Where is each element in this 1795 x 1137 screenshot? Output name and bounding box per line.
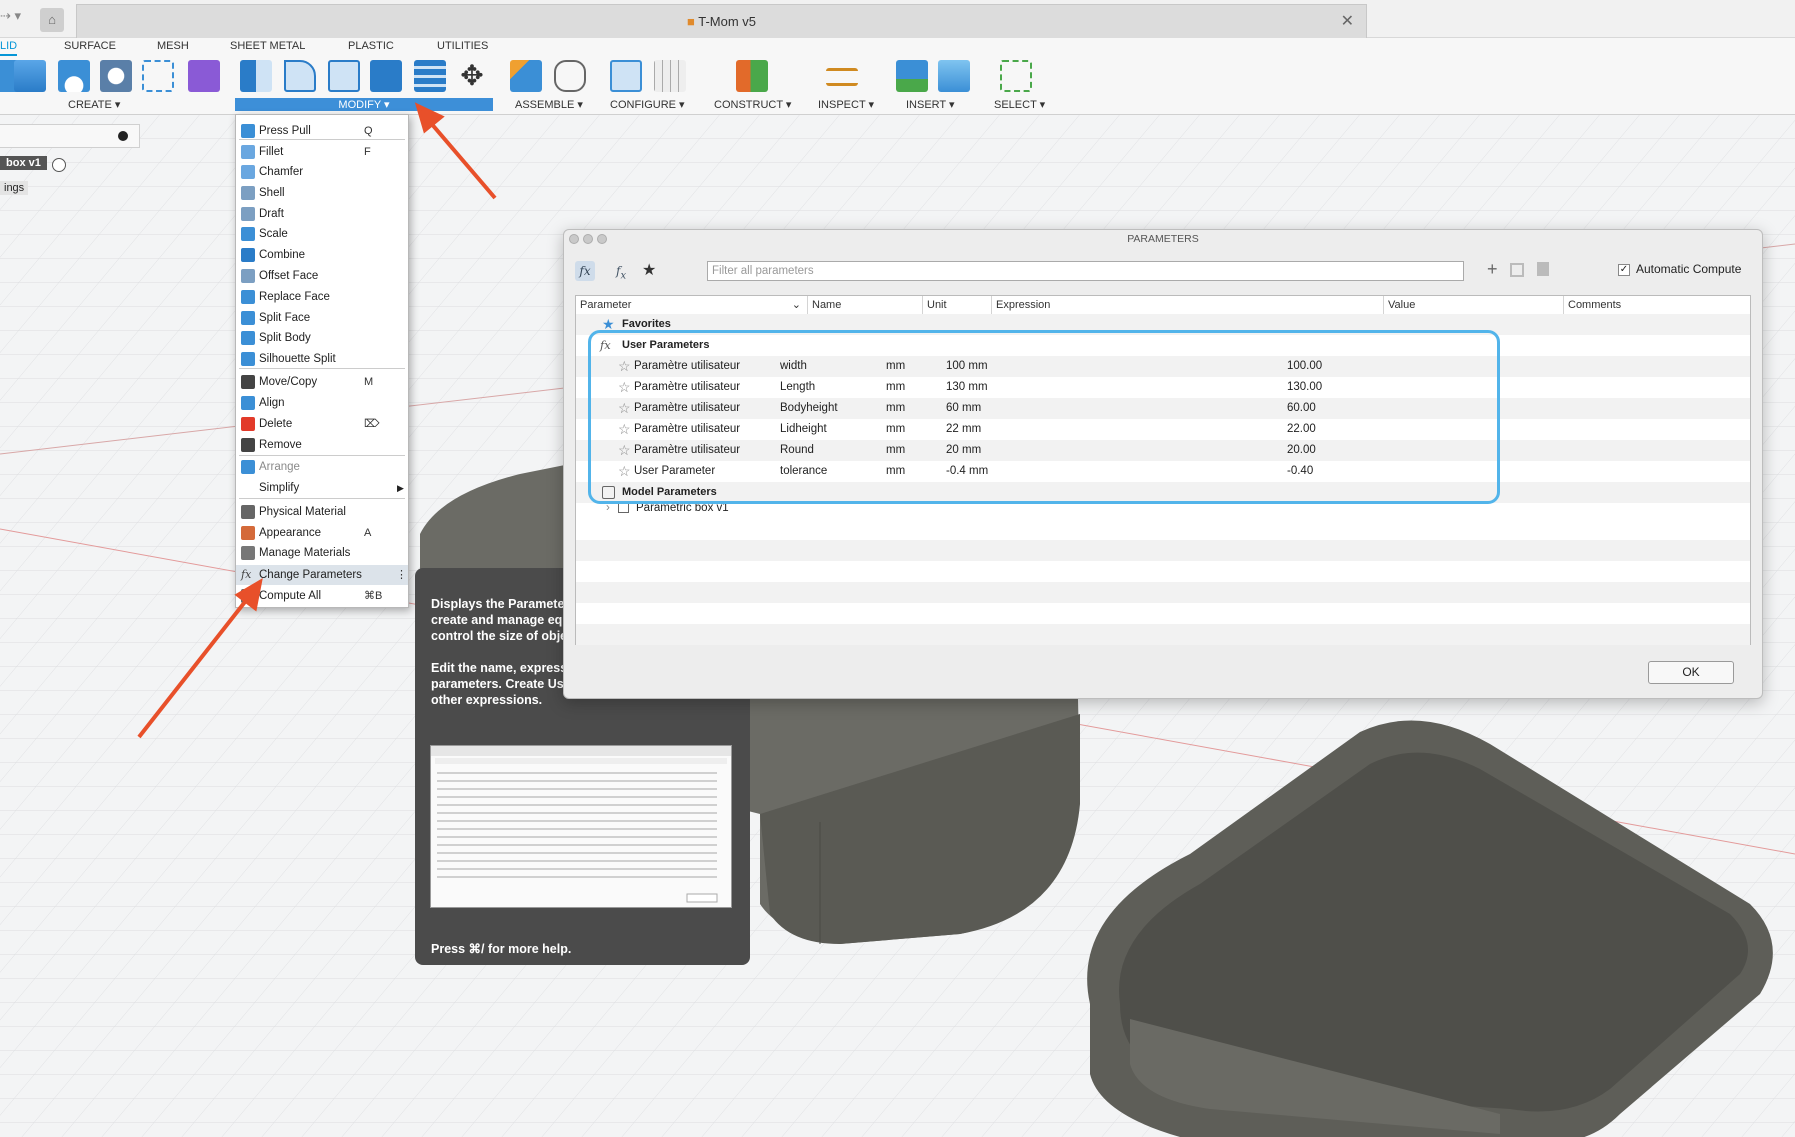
arrow-to-change-parameters	[137, 596, 250, 739]
arrow-head-modify	[414, 102, 445, 134]
arrow-to-modify	[428, 120, 497, 200]
annotation-arrows	[137, 102, 497, 739]
